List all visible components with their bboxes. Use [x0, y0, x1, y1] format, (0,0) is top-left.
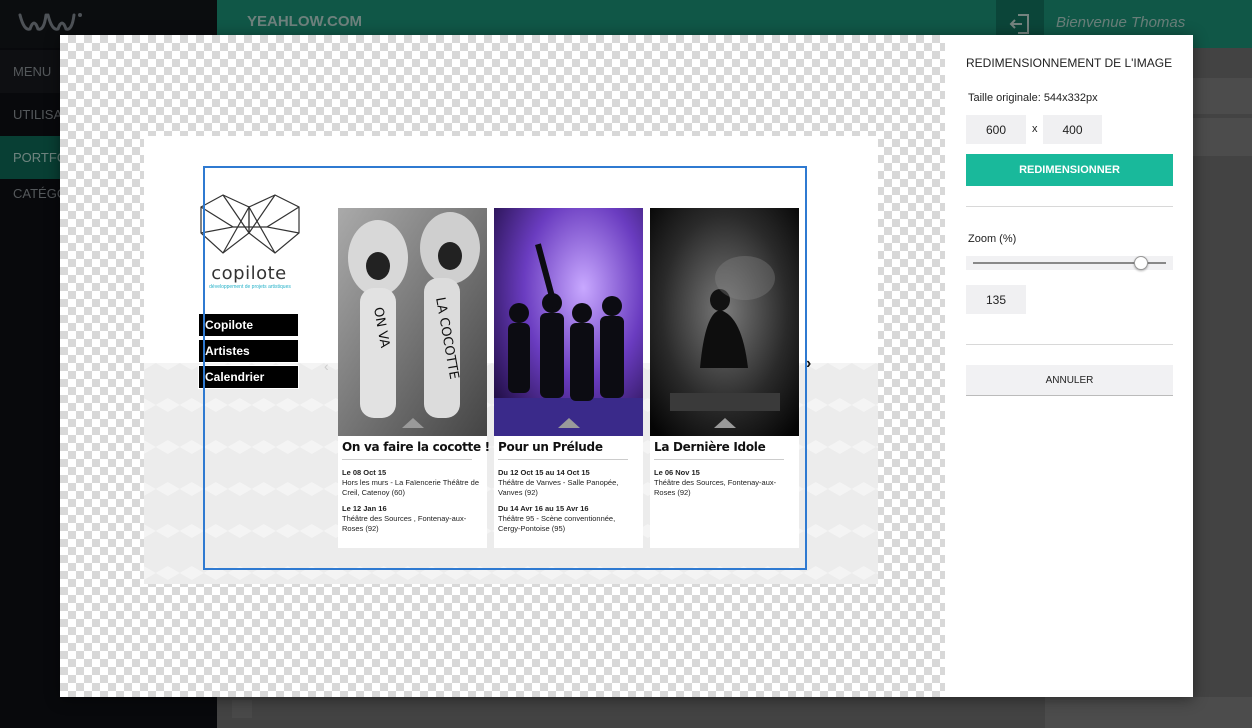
zoom-input[interactable] — [966, 285, 1026, 314]
height-input[interactable] — [1043, 115, 1102, 144]
panel-divider — [966, 344, 1173, 345]
panel-title: REDIMENSIONNEMENT DE L'IMAGE — [966, 56, 1173, 70]
zoom-slider-thumb[interactable] — [1133, 256, 1148, 270]
resize-panel: REDIMENSIONNEMENT DE L'IMAGE Taille orig… — [945, 35, 1193, 697]
dimension-separator: x — [1032, 123, 1038, 135]
zoom-label: Zoom (%) — [968, 233, 1017, 245]
crop-frame[interactable] — [203, 166, 807, 570]
resize-modal: copilote développement de projets artist… — [60, 35, 1193, 697]
original-size-label: Taille originale: 544x332px — [968, 92, 1098, 104]
image-canvas[interactable]: copilote développement de projets artist… — [60, 35, 945, 697]
panel-divider — [966, 206, 1173, 207]
width-input[interactable] — [966, 115, 1026, 144]
zoom-slider[interactable] — [966, 256, 1173, 270]
cancel-button[interactable]: ANNULER — [966, 365, 1173, 396]
resize-button[interactable]: REDIMENSIONNER — [966, 154, 1173, 186]
